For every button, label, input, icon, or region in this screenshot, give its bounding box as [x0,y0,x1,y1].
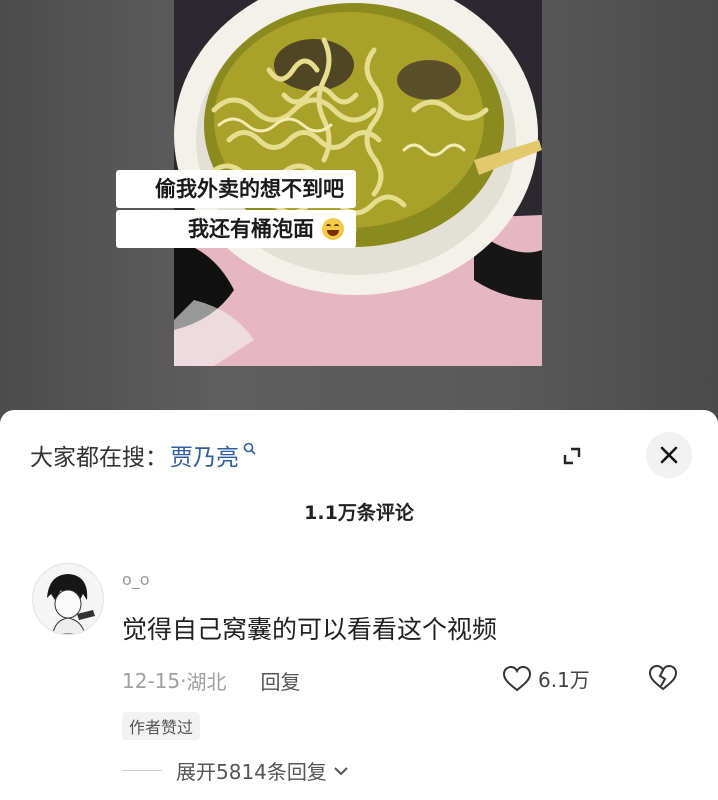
laughing-emoji-icon [322,218,344,240]
comment-username[interactable]: o_o [122,570,150,589]
comment-date: 12-15 [122,668,181,693]
comment-meta: 12-15 · 湖北 回复 [122,666,300,695]
avatar[interactable] [32,563,104,635]
close-button[interactable] [646,432,692,478]
close-icon [660,446,678,464]
search-icon [243,442,256,455]
trending-search-prefix: 大家都在搜： [30,445,168,471]
author-liked-badge: 作者赞过 [122,712,201,740]
comment-count: 1.1万条评论 [304,502,414,524]
video-caption: 偷我外卖的想不到吧 我还有桶泡面 [116,170,356,250]
like-count: 6.1万 [538,668,590,692]
trending-search-bar[interactable]: 大家都在搜： 贾乃亮 [30,438,256,472]
reply-button[interactable]: 回复 [260,666,300,695]
expand-replies-label: 展开5814条回复 [176,760,327,784]
comment-sheet: 大家都在搜： 贾乃亮 1.1万条评论 o_o 觉得自己窝囊的可以看看这个视频 1… [0,410,718,800]
expand-icon [563,447,581,465]
caption-line-1: 偷我外卖的想不到吧 [149,175,350,203]
comment-text: 觉得自己窝囊的可以看看这个视频 [122,615,498,644]
divider [122,770,162,771]
like-button[interactable]: 6.1万 [502,664,590,693]
heart-icon [502,665,532,691]
expand-sheet-button[interactable] [552,436,592,476]
trending-search-term[interactable]: 贾乃亮 [170,438,239,472]
chevron-down-icon [334,766,348,775]
comment-location: 湖北 [186,670,227,694]
broken-heart-icon [648,664,678,691]
expand-replies-button[interactable]: 展开5814条回复 [122,756,349,785]
avatar-image [33,564,103,634]
caption-line-2: 我还有桶泡面 [182,215,320,243]
dislike-button[interactable] [648,664,678,696]
